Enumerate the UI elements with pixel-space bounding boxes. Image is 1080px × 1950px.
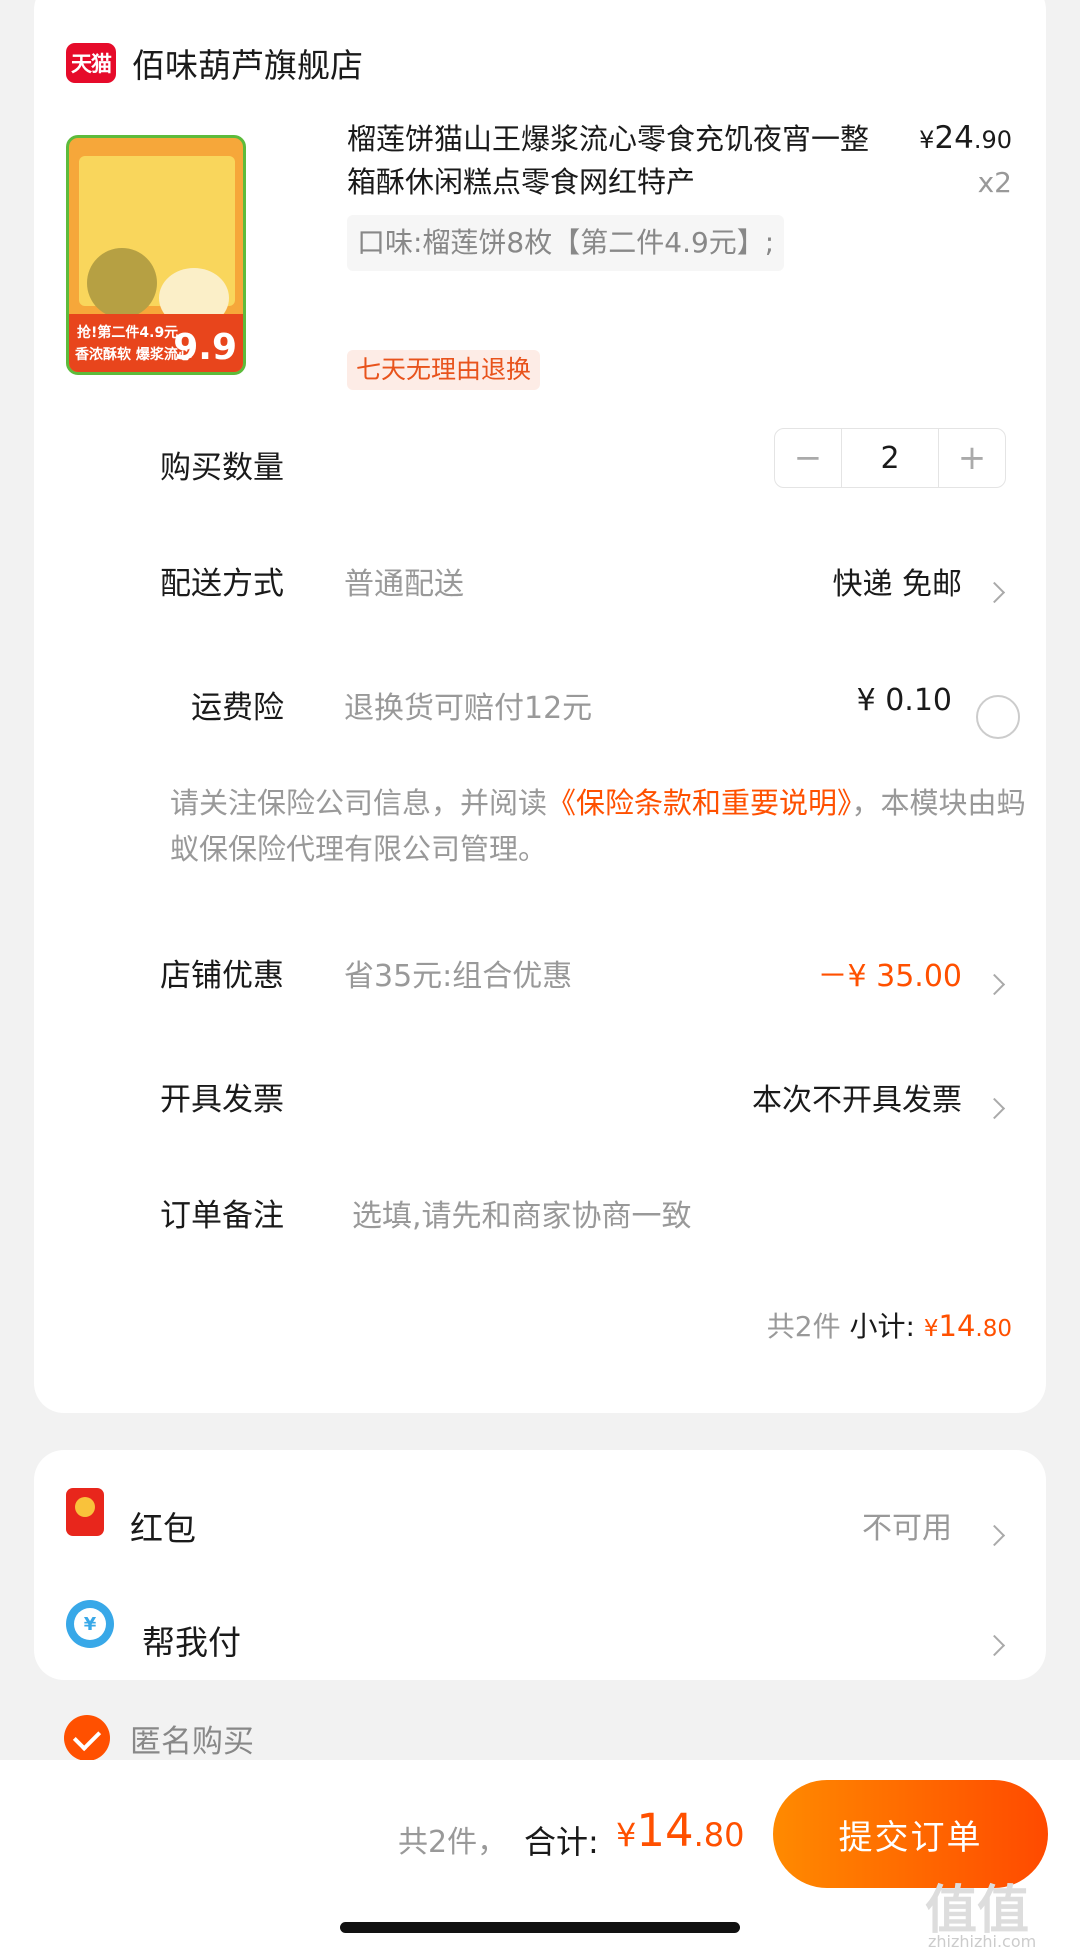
discount-label: 店铺优惠 bbox=[160, 958, 284, 994]
subtotal-amount: ¥14.80 bbox=[923, 1309, 1012, 1343]
chevron-right-icon[interactable] bbox=[983, 1097, 1006, 1120]
delivery-value[interactable]: 快递 免邮 bbox=[832, 559, 962, 603]
home-indicator[interactable] bbox=[340, 1922, 740, 1933]
red-packet-status[interactable]: 不可用 bbox=[862, 1503, 952, 1547]
help-pay-label[interactable]: 帮我付 bbox=[142, 1616, 241, 1664]
product-image-banner1: 抢!第二件4.9元 bbox=[77, 325, 179, 341]
total-amount: ¥14.80 bbox=[616, 1804, 745, 1857]
product-image-price: 9.9 bbox=[173, 327, 237, 368]
delivery-sub: 普通配送 bbox=[344, 567, 464, 602]
subtotal-count: 共2件 bbox=[766, 1310, 841, 1343]
quantity-label: 购买数量 bbox=[160, 450, 284, 486]
product-price: ¥24.90 bbox=[919, 120, 1012, 156]
shop-name[interactable]: 佰味葫芦旗舰店 bbox=[132, 39, 363, 87]
delivery-label: 配送方式 bbox=[160, 566, 284, 602]
insurance-notice: 请关注保险公司信息，并阅读《保险条款和重要说明》，本模块由蚂蚁保保险代理有限公司… bbox=[170, 786, 1026, 866]
insurance-terms-link[interactable]: 《保险条款和重要说明》 bbox=[547, 786, 852, 820]
discount-sub: 省35元:组合优惠 bbox=[344, 959, 573, 994]
red-packet-label[interactable]: 红包 bbox=[130, 1502, 196, 1550]
payment-options-card: 红包 不可用 ¥ 帮我付 bbox=[34, 1450, 1046, 1680]
product-title[interactable]: 榴莲饼猫山王爆浆流心零食充饥夜宵一整箱酥休闲糕点零食网红特产 bbox=[347, 118, 887, 204]
insurance-price: ¥ 0.10 bbox=[856, 683, 952, 718]
invoice-label: 开具发票 bbox=[160, 1082, 284, 1118]
remark-input[interactable]: 选填,请先和商家协商一致 bbox=[352, 1191, 692, 1235]
shop-header[interactable]: 天猫 佰味葫芦旗舰店 bbox=[66, 38, 363, 88]
quantity-stepper[interactable]: − 2 + bbox=[774, 428, 1006, 488]
quantity-value[interactable]: 2 bbox=[841, 429, 939, 487]
product-image[interactable]: 抢!第二件4.9元 香浓酥软 爆浆流心 9.9 bbox=[66, 135, 246, 375]
chevron-right-icon[interactable] bbox=[983, 1634, 1006, 1657]
insurance-label: 运费险 bbox=[191, 690, 284, 726]
watermark-url: zhizhizhi.com bbox=[928, 1932, 1037, 1950]
decrement-button[interactable]: − bbox=[775, 429, 841, 487]
anonymous-label[interactable]: 匿名购买 bbox=[130, 1716, 254, 1761]
chevron-right-icon[interactable] bbox=[983, 973, 1006, 996]
insurance-radio[interactable] bbox=[976, 695, 1020, 739]
total-count: 共2件， bbox=[398, 1825, 508, 1860]
insurance-sub: 退换货可赔付12元 bbox=[344, 691, 593, 726]
anonymous-checkbox[interactable] bbox=[64, 1715, 110, 1761]
discount-value[interactable]: －¥ 35.00 bbox=[817, 951, 962, 995]
subtotal-label: 小计: bbox=[849, 1310, 915, 1343]
chevron-right-icon[interactable] bbox=[983, 581, 1006, 604]
tmall-logo-icon: 天猫 bbox=[66, 43, 116, 83]
return-policy-badge: 七天无理由退换 bbox=[347, 350, 541, 390]
sku-tag[interactable]: 口味:榴莲饼8枚【第二件4.9元】; bbox=[347, 215, 785, 271]
order-card: 天猫 佰味葫芦旗舰店 抢!第二件4.9元 香浓酥软 爆浆流心 9.9 榴莲饼猫山… bbox=[34, 0, 1046, 1413]
help-pay-icon: ¥ bbox=[66, 1600, 114, 1648]
product-quantity-tag: x2 bbox=[977, 166, 1012, 199]
remark-label: 订单备注 bbox=[160, 1198, 284, 1234]
invoice-value[interactable]: 本次不开具发票 bbox=[752, 1075, 962, 1119]
checkout-bar: 共2件， 合计: ¥14.80 提交订单 值值值 zhizhizhi.com bbox=[0, 1760, 1080, 1950]
red-packet-icon bbox=[66, 1488, 104, 1536]
increment-button[interactable]: + bbox=[939, 429, 1005, 487]
subtotal: 共2件 小计: ¥14.80 bbox=[767, 1305, 1012, 1345]
total-label: 合计: bbox=[524, 1823, 599, 1861]
chevron-right-icon[interactable] bbox=[983, 1524, 1006, 1547]
